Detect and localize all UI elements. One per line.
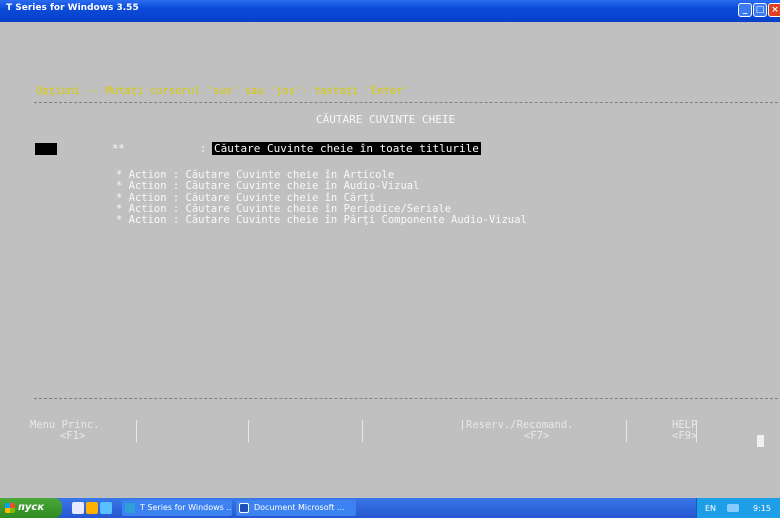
- browser-icon[interactable]: [86, 502, 98, 514]
- selected-marker: **: [112, 143, 125, 155]
- option-audio-vizual[interactable]: * Action : Căutare Cuvinte cheie în Audi…: [116, 180, 419, 192]
- minimize-button[interactable]: _: [738, 3, 752, 17]
- fkey-separator: [462, 420, 463, 430]
- option-parti-componente[interactable]: * Action : Căutare Cuvinte cheie în Părţ…: [116, 214, 527, 226]
- text-cursor: [757, 435, 764, 447]
- console-screen[interactable]: Opţiuni -- Mutaţi cursorul 'sus' sau 'jo…: [0, 22, 780, 498]
- windows-logo-icon: [5, 503, 15, 513]
- app-icon: [125, 503, 135, 513]
- fkey-separator: [362, 420, 363, 442]
- fkey-separator: [136, 420, 137, 442]
- bottom-divider: [34, 398, 778, 399]
- show-desktop-icon[interactable]: [72, 502, 84, 514]
- word-icon: [239, 503, 249, 513]
- fkey-separator: [248, 420, 249, 442]
- start-button[interactable]: пуск: [0, 498, 62, 518]
- cursor-marker: [35, 143, 57, 155]
- fkey-separator: [626, 420, 627, 442]
- reserv-recomand-label[interactable]: Reserv./Recomand.: [466, 419, 573, 431]
- f9-key[interactable]: <F9>: [672, 430, 697, 442]
- media-icon[interactable]: [100, 502, 112, 514]
- selected-colon: :: [200, 143, 207, 155]
- f7-key[interactable]: <F7>: [524, 430, 549, 442]
- maximize-button[interactable]: □: [753, 3, 767, 17]
- task-label: T Series for Windows ...: [140, 503, 232, 512]
- selected-option[interactable]: Căutare Cuvinte cheie în toate titlurile: [212, 142, 481, 155]
- task-document[interactable]: Document Microsoft ...: [236, 500, 356, 516]
- close-button[interactable]: ×: [768, 3, 780, 17]
- page-title: CĂUTARE CUVINTE CHEIE: [316, 113, 456, 126]
- task-label: Document Microsoft ...: [254, 503, 345, 512]
- top-divider: [34, 102, 778, 103]
- window-title-bar[interactable]: T Series for Windows 3.55 _ □ ×: [0, 0, 780, 22]
- taskbar: пуск T Series for Windows ... Document M…: [0, 498, 780, 518]
- system-tray: EN 9:15: [696, 498, 780, 518]
- start-label: пуск: [18, 502, 45, 513]
- task-t-series[interactable]: T Series for Windows ...: [122, 500, 232, 516]
- window-title: T Series for Windows 3.55: [6, 3, 139, 13]
- navigation-hint: Opţiuni -- Mutaţi cursorul 'sus' sau 'jo…: [36, 85, 409, 97]
- f1-key[interactable]: <F1>: [60, 430, 85, 442]
- language-indicator[interactable]: EN: [705, 504, 716, 513]
- fkey-separator: [696, 420, 697, 442]
- clock[interactable]: 9:15: [753, 504, 771, 513]
- network-icon[interactable]: [727, 504, 739, 512]
